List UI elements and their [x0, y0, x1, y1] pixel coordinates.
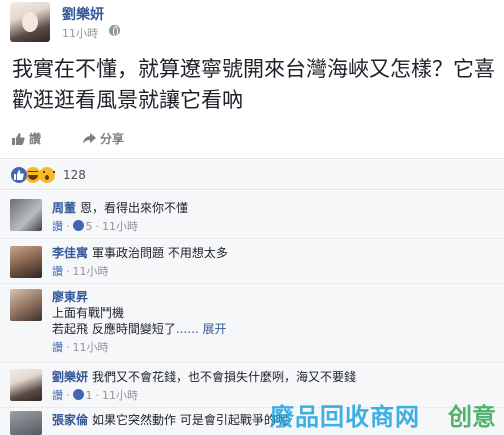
reaction-count[interactable]: 128: [63, 167, 86, 183]
comment-timestamp[interactable]: 11小時: [73, 341, 109, 354]
comment-text-line: 若起飛 反應時間變短了: [52, 322, 176, 336]
comment-timestamp[interactable]: 11小時: [102, 389, 138, 402]
comment-like-button[interactable]: 讚: [52, 341, 63, 354]
commenter-avatar[interactable]: [10, 289, 42, 321]
thumbs-up-icon: [12, 133, 25, 145]
comment-meta: 讚 · 11小時: [52, 265, 109, 278]
commenter-name[interactable]: 周董: [52, 201, 76, 215]
share-label: 分享: [100, 132, 125, 146]
like-reaction-icon: [11, 167, 27, 183]
comments-section: 周董 恩，看得出來你不懂 讚 · 5 · 11小時 李佳寓 軍事政治問題 不用想太多 讚 · 1…: [0, 191, 504, 435]
globe-icon: [109, 25, 120, 37]
comment-item: 張家倫 如果它突然動作 可是會引起戰爭的呢: [0, 409, 504, 435]
like-button[interactable]: 讚: [11, 130, 41, 148]
wow-reaction-icon: [39, 167, 55, 183]
haha-reaction-icon: [25, 167, 41, 183]
commenter-avatar[interactable]: [10, 246, 42, 278]
comment-timestamp[interactable]: 11小時: [102, 220, 138, 233]
like-count-icon: [72, 220, 84, 231]
share-arrow-icon: [83, 133, 96, 144]
commenter-name[interactable]: 李佳寓: [52, 246, 88, 260]
commenter-name[interactable]: 廖東昇: [52, 290, 88, 304]
comment-meta: 讚 · 1 · 11小時: [52, 389, 138, 402]
commenter-avatar[interactable]: [10, 411, 42, 435]
commenter-avatar[interactable]: [10, 199, 42, 231]
comment-item: 李佳寓 軍事政治問題 不用想太多 讚 · 11小時: [0, 240, 504, 284]
commenter-avatar[interactable]: [10, 369, 42, 401]
share-button[interactable]: 分享: [82, 130, 124, 148]
comment-text: 恩，看得出來你不懂: [80, 201, 189, 215]
like-label: 讚: [29, 132, 42, 146]
comment-like-button[interactable]: 讚: [52, 389, 63, 402]
comment-item: 廖東昇 上面有戰鬥機 若起飛 反應時間變短了...... 展开 讚 · 11小時: [0, 285, 504, 363]
commenter-name[interactable]: 張家倫: [52, 413, 88, 427]
post-header: 劉樂妍 11小時: [0, 0, 504, 48]
author-avatar[interactable]: [10, 2, 50, 42]
comment-text: 軍事政治問題 不用想太多: [92, 246, 228, 260]
comment-like-button[interactable]: 讚: [52, 220, 63, 233]
comment-like-button[interactable]: 讚: [52, 265, 63, 278]
comment-text: 如果它突然動作 可是會引起戰爭的呢: [92, 413, 288, 427]
post-timestamp[interactable]: 11小時: [62, 25, 98, 41]
see-more-link[interactable]: ...... 展开: [176, 322, 227, 336]
reactions-summary[interactable]: 128: [0, 160, 504, 190]
post-text: 我實在不懂，就算遼寧號開來台灣海峽又怎樣？它喜歡逛逛看風景就讓它看吶: [12, 57, 495, 112]
comment-like-count[interactable]: 1: [86, 389, 93, 402]
post-actions: 讚 分享: [0, 121, 504, 159]
author-name[interactable]: 劉樂妍: [62, 4, 104, 24]
like-count-icon: [72, 389, 84, 400]
comment-like-count[interactable]: 5: [86, 220, 93, 233]
comment-meta: 讚 · 5 · 11小時: [52, 220, 138, 233]
commenter-name[interactable]: 劉樂妍: [52, 370, 88, 384]
comment-item: 周董 恩，看得出來你不懂 讚 · 5 · 11小時: [0, 197, 504, 239]
comment-item: 劉樂妍 我們又不會花錢，也不會損失什麼咧，海又不要錢 讚 · 1 · 11小時: [0, 364, 504, 408]
comment-text: 我們又不會花錢，也不會損失什麼咧，海又不要錢: [92, 370, 357, 384]
comment-text-line: 上面有戰鬥機: [52, 306, 125, 320]
comment-timestamp[interactable]: 11小時: [73, 265, 109, 278]
comment-meta: 讚 · 11小時: [52, 341, 109, 354]
